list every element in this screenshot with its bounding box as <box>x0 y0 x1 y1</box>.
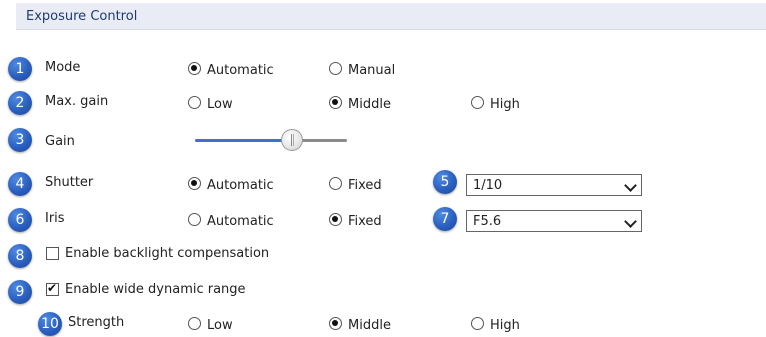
radio-selected-icon <box>188 62 201 75</box>
checkmark-icon: ✔ <box>47 281 58 295</box>
iris-fixed-label: Fixed <box>348 214 382 229</box>
radio-unselected-icon <box>329 177 342 190</box>
shutter-fixed-label: Fixed <box>348 178 382 193</box>
radio-selected-icon <box>329 96 342 109</box>
backlight-compensation-label: Enable backlight compensation <box>65 246 270 261</box>
wide-dynamic-range-checkbox[interactable]: ✔ Enable wide dynamic range <box>46 281 246 297</box>
max-gain-middle-label: Middle <box>348 97 391 112</box>
radio-unselected-icon <box>329 62 342 75</box>
shutter-label: Shutter <box>45 175 94 190</box>
max-gain-middle-radio[interactable]: Middle <box>329 93 391 112</box>
radio-selected-icon <box>188 177 201 190</box>
shutter-fixed-radio[interactable]: Fixed <box>329 174 382 193</box>
radio-unselected-icon <box>471 96 484 109</box>
backlight-compensation-checkbox[interactable]: Enable backlight compensation <box>46 246 269 261</box>
radio-unselected-icon <box>471 317 484 330</box>
max-gain-label: Max. gain <box>45 94 109 109</box>
radio-unselected-icon <box>188 317 201 330</box>
strength-label: Strength <box>68 315 125 330</box>
mode-manual-label: Manual <box>348 63 396 78</box>
strength-middle-radio[interactable]: Middle <box>329 314 391 333</box>
iris-label: Iris <box>45 211 65 226</box>
shutter-speed-value: 1/10 <box>473 178 503 193</box>
strength-high-radio[interactable]: High <box>471 314 520 333</box>
radio-unselected-icon <box>188 213 201 226</box>
mode-automatic-radio[interactable]: Automatic <box>188 59 274 78</box>
gain-row: 3 Gain <box>0 128 766 152</box>
callout-badge-9: 9 <box>8 280 32 304</box>
strength-low-radio[interactable]: Low <box>188 314 233 333</box>
max-gain-low-radio[interactable]: Low <box>188 93 233 112</box>
callout-badge-2: 2 <box>8 91 32 115</box>
section-title: Exposure Control <box>26 9 138 24</box>
wdr-row: 9 ✔ Enable wide dynamic range <box>0 280 766 304</box>
shutter-speed-select[interactable]: 1/10 <box>466 174 642 196</box>
strength-middle-label: Middle <box>348 318 391 333</box>
shutter-row: 4 Shutter Automatic Fixed 5 1/10 <box>0 170 766 196</box>
radio-selected-icon <box>329 317 342 330</box>
callout-badge-5: 5 <box>433 170 457 194</box>
checkbox-checked-icon: ✔ <box>46 281 59 296</box>
iris-automatic-label: Automatic <box>207 214 274 229</box>
callout-badge-10: 10 <box>38 312 62 336</box>
mode-automatic-label: Automatic <box>207 63 274 78</box>
iris-value-select[interactable]: F5.6 <box>466 210 642 232</box>
iris-value: F5.6 <box>473 214 502 229</box>
callout-badge-3: 3 <box>8 128 32 152</box>
mode-manual-radio[interactable]: Manual <box>329 59 395 78</box>
mode-row: 1 Mode Automatic Manual <box>0 57 766 81</box>
wide-dynamic-range-label: Enable wide dynamic range <box>65 282 246 297</box>
callout-badge-7: 7 <box>433 207 457 231</box>
strength-high-label: High <box>490 318 520 333</box>
strength-low-label: Low <box>207 318 233 333</box>
strength-row: 10 Strength Low Middle High <box>0 312 766 336</box>
backlight-row: 8 Enable backlight compensation <box>0 244 766 268</box>
gain-label: Gain <box>45 134 75 149</box>
gain-slider[interactable] <box>195 128 347 152</box>
callout-badge-6: 6 <box>8 208 32 232</box>
iris-fixed-radio[interactable]: Fixed <box>329 210 382 229</box>
chevron-down-icon <box>624 179 637 192</box>
radio-unselected-icon <box>188 96 201 109</box>
mode-label: Mode <box>45 60 81 75</box>
max-gain-high-label: High <box>490 97 520 112</box>
max-gain-row: 2 Max. gain Low Middle High <box>0 91 766 115</box>
max-gain-low-label: Low <box>207 97 233 112</box>
shutter-automatic-label: Automatic <box>207 178 274 193</box>
iris-automatic-radio[interactable]: Automatic <box>188 210 274 229</box>
callout-badge-8: 8 <box>8 244 32 268</box>
checkbox-unchecked-icon <box>46 247 59 260</box>
section-header: Exposure Control <box>16 3 766 30</box>
callout-badge-4: 4 <box>8 172 32 196</box>
gain-slider-thumb[interactable] <box>281 129 303 151</box>
iris-row: 6 Iris Automatic Fixed 7 F5.6 <box>0 207 766 232</box>
radio-selected-icon <box>329 213 342 226</box>
shutter-automatic-radio[interactable]: Automatic <box>188 174 274 193</box>
callout-badge-1: 1 <box>8 57 32 81</box>
chevron-down-icon <box>624 215 637 228</box>
gain-slider-fill <box>195 139 292 142</box>
max-gain-high-radio[interactable]: High <box>471 93 520 112</box>
